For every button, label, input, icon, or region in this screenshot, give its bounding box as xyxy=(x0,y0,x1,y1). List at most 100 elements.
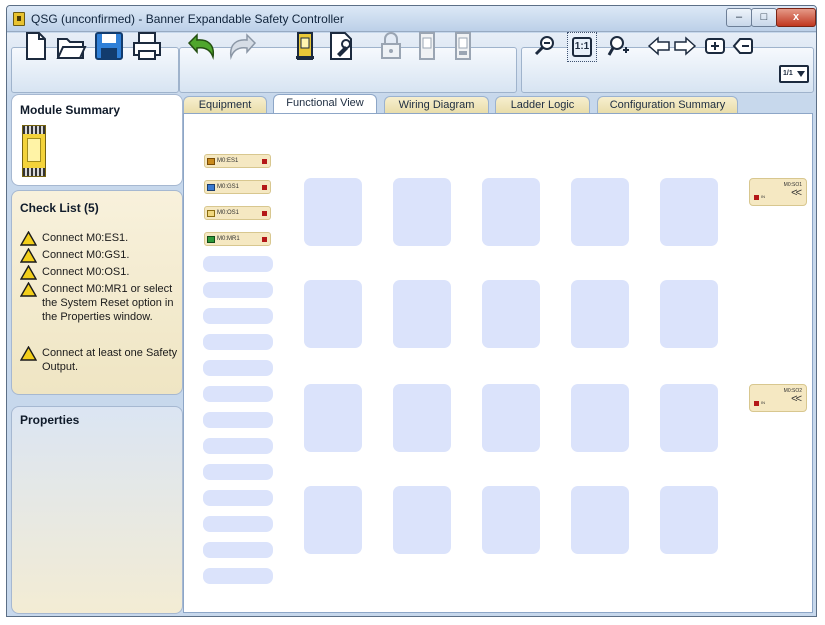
empty-input-slot[interactable] xyxy=(203,490,273,506)
safety-output-icon: << xyxy=(791,393,802,405)
tab-wiring-diagram[interactable]: Wiring Diagram xyxy=(384,96,489,114)
controller-icon[interactable] xyxy=(289,30,321,62)
empty-logic-block[interactable] xyxy=(304,384,362,452)
output-node-so1[interactable]: M0:SO1 IN << xyxy=(749,178,807,206)
output-in-label: IN xyxy=(761,400,765,405)
configure-icon[interactable] xyxy=(325,30,357,62)
estop-icon xyxy=(207,158,215,165)
empty-input-slot[interactable] xyxy=(203,542,273,558)
empty-input-slot[interactable] xyxy=(203,438,273,454)
empty-logic-block[interactable] xyxy=(304,486,362,554)
tab-equipment[interactable]: Equipment xyxy=(183,96,267,114)
status-led xyxy=(262,211,267,216)
view-tabs: Equipment Functional View Wiring Diagram… xyxy=(183,94,813,115)
check-list-item-text: Connect M0:ES1. xyxy=(42,232,129,244)
check-list-item-text: Connect M0:GS1. xyxy=(42,249,130,261)
close-button[interactable]: x xyxy=(776,8,816,27)
empty-logic-block[interactable] xyxy=(660,178,718,246)
empty-logic-block[interactable] xyxy=(571,486,629,554)
module-disabled-icon[interactable] xyxy=(447,30,479,62)
empty-input-slot[interactable] xyxy=(203,568,273,584)
warning-icon xyxy=(20,231,37,246)
empty-logic-block[interactable] xyxy=(660,486,718,554)
zoom-actual-label: 1:1 xyxy=(572,37,592,57)
tab-configuration-summary[interactable]: Configuration Summary xyxy=(597,96,738,114)
open-folder-icon[interactable] xyxy=(55,30,87,62)
empty-logic-block[interactable] xyxy=(571,384,629,452)
output-in-label: IN xyxy=(761,194,765,199)
minimize-button[interactable]: – xyxy=(726,8,752,27)
empty-logic-block[interactable] xyxy=(482,384,540,452)
new-file-icon[interactable] xyxy=(19,30,51,62)
arrow-left-icon[interactable] xyxy=(647,34,671,58)
status-led xyxy=(262,159,267,164)
gate-switch-icon xyxy=(207,184,215,191)
status-led xyxy=(262,185,267,190)
check-list-item[interactable]: Connect M0:GS1. xyxy=(20,248,180,263)
zoom-actual-button[interactable]: 1:1 xyxy=(567,32,597,62)
status-led xyxy=(754,401,759,406)
status-led xyxy=(262,237,267,242)
empty-logic-block[interactable] xyxy=(660,280,718,348)
status-led xyxy=(754,195,759,200)
input-node-gs1[interactable]: M0:GS1 xyxy=(204,180,271,194)
print-icon[interactable] xyxy=(131,30,163,62)
functional-view-canvas[interactable]: M0:ES1 M0:GS1 M0:OS1 M0:MR1 M0:SO1 IN <<… xyxy=(183,113,813,613)
empty-logic-block[interactable] xyxy=(393,486,451,554)
empty-logic-block[interactable] xyxy=(304,280,362,348)
check-list-panel: Check List (5) Connect M0:ES1. Connect M… xyxy=(11,190,183,395)
chevron-down-icon xyxy=(797,71,805,77)
empty-logic-block[interactable] xyxy=(482,178,540,246)
lock-icon[interactable] xyxy=(375,30,407,62)
empty-input-slot[interactable] xyxy=(203,308,273,324)
check-list-item-text: Connect at least one Safety Output. xyxy=(42,347,178,373)
remove-page-icon[interactable] xyxy=(731,34,755,58)
arrow-right-icon[interactable] xyxy=(673,34,697,58)
empty-input-slot[interactable] xyxy=(203,516,273,532)
check-list-item-text: Connect M0:OS1. xyxy=(42,266,130,278)
empty-input-slot[interactable] xyxy=(203,256,273,272)
page-select[interactable]: 1/1 xyxy=(779,65,809,83)
check-list-item[interactable]: Connect M0:ES1. xyxy=(20,231,180,246)
zoom-in-icon[interactable] xyxy=(607,34,631,58)
empty-input-slot[interactable] xyxy=(203,334,273,350)
tab-ladder-logic[interactable]: Ladder Logic xyxy=(495,96,590,114)
module-summary-title: Module Summary xyxy=(20,103,121,117)
input-node-label: M0:OS1 xyxy=(217,210,240,216)
zoom-out-icon[interactable] xyxy=(533,34,557,58)
save-icon[interactable] xyxy=(93,30,125,62)
undo-icon[interactable] xyxy=(185,30,217,62)
empty-logic-block[interactable] xyxy=(393,280,451,348)
empty-logic-block[interactable] xyxy=(482,280,540,348)
empty-logic-block[interactable] xyxy=(393,178,451,246)
empty-logic-block[interactable] xyxy=(571,280,629,348)
empty-logic-block[interactable] xyxy=(482,486,540,554)
check-list-item[interactable]: Connect M0:MR1 or select the System Rese… xyxy=(20,282,180,324)
check-list-item[interactable]: Connect at least one Safety Output. xyxy=(20,346,180,374)
empty-input-slot[interactable] xyxy=(203,282,273,298)
empty-input-slot[interactable] xyxy=(203,464,273,480)
tab-functional-view[interactable]: Functional View xyxy=(273,94,377,115)
app-logo-icon xyxy=(13,12,25,26)
warning-icon xyxy=(20,248,37,263)
maximize-button[interactable]: □ xyxy=(751,8,777,27)
safety-module-image xyxy=(22,125,46,177)
empty-logic-block[interactable] xyxy=(660,384,718,452)
empty-input-slot[interactable] xyxy=(203,386,273,402)
window-title: QSG (unconfirmed) - Banner Expandable Sa… xyxy=(31,12,344,26)
empty-logic-block[interactable] xyxy=(571,178,629,246)
empty-logic-block[interactable] xyxy=(304,178,362,246)
input-node-os1[interactable]: M0:OS1 xyxy=(204,206,271,220)
module-icon[interactable] xyxy=(411,30,443,62)
check-list-item-text: Connect M0:MR1 or select the System Rese… xyxy=(42,283,174,323)
empty-input-slot[interactable] xyxy=(203,412,273,428)
check-list-item[interactable]: Connect M0:OS1. xyxy=(20,265,180,280)
input-node-mr1[interactable]: M0:MR1 xyxy=(204,232,271,246)
redo-icon[interactable] xyxy=(227,30,259,62)
page-select-value: 1/1 xyxy=(783,70,793,77)
empty-input-slot[interactable] xyxy=(203,360,273,376)
input-node-es1[interactable]: M0:ES1 xyxy=(204,154,271,168)
output-node-so2[interactable]: M0:SO2 IN << xyxy=(749,384,807,412)
add-page-icon[interactable] xyxy=(703,34,727,58)
empty-logic-block[interactable] xyxy=(393,384,451,452)
